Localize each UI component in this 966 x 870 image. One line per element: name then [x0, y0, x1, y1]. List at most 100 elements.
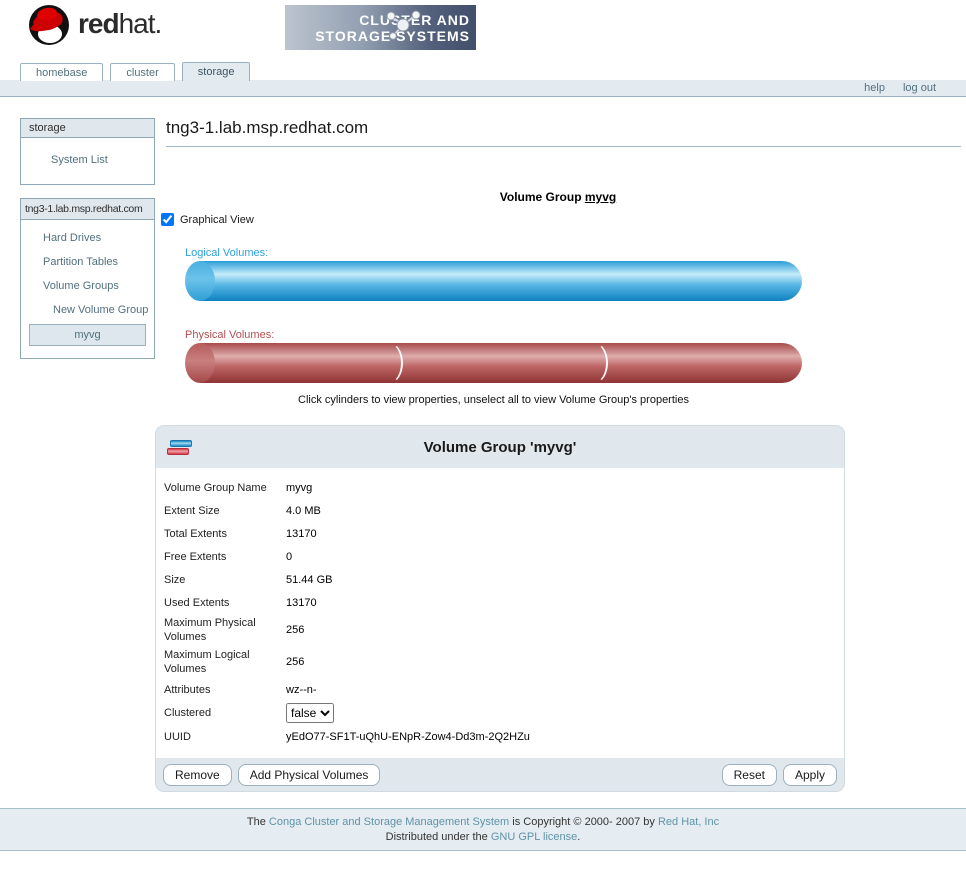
property-value: 51.44 GB	[286, 572, 844, 588]
footer-line-1: The Conga Cluster and Storage Management…	[0, 816, 966, 828]
property-value: false	[286, 701, 844, 725]
graphical-view-label: Graphical View	[180, 214, 254, 226]
footer-text: The	[247, 816, 269, 828]
footer-line-2: Distributed under the GNU GPL license.	[0, 831, 966, 843]
sidebar-item-partition-tables[interactable]: Partition Tables	[21, 250, 154, 274]
session-links: help log out	[864, 80, 936, 96]
reset-button[interactable]: Reset	[722, 764, 777, 786]
property-value: myvg	[286, 480, 844, 496]
panel-title: Volume Group 'myvg'	[201, 439, 799, 456]
panel-buttons-right: Reset Apply	[722, 764, 837, 786]
logout-link[interactable]: log out	[903, 82, 936, 94]
graphical-view-row: Graphical View	[161, 213, 961, 226]
sidebar-item-volume-groups[interactable]: Volume Groups	[21, 274, 154, 298]
sidebar-item-new-volume-group[interactable]: New Volume Group	[21, 298, 154, 322]
property-row-uuid: UUIDyEdO77-SF1T-uQhU-ENpR-Zow4-Dd3m-2Q2H…	[156, 725, 844, 748]
system-nav-title: tng3-1.lab.msp.redhat.com	[21, 199, 154, 220]
sidebar-item-system-list[interactable]: System List	[21, 144, 154, 174]
system-nav-list: Hard DrivesPartition TablesVolume Groups…	[21, 220, 154, 358]
tab-storage[interactable]: storage	[182, 62, 251, 81]
property-label: Size	[164, 571, 286, 589]
panel-header: Volume Group 'myvg'	[156, 426, 844, 468]
property-row-extent-size: Extent Size4.0 MB	[156, 499, 844, 522]
volume-group-icon	[167, 439, 201, 456]
clustered-select[interactable]: false	[286, 703, 334, 723]
panel-buttons-left: Remove Add Physical Volumes	[163, 764, 380, 786]
property-row-size: Size51.44 GB	[156, 568, 844, 591]
property-label: Volume Group Name	[164, 479, 286, 497]
tab-homebase[interactable]: homebase	[20, 63, 103, 81]
property-value: wz--n-	[286, 682, 844, 698]
mini-physical-cylinder-icon	[167, 448, 189, 455]
property-row-attributes: Attributeswz--n-	[156, 678, 844, 701]
conga-link[interactable]: Conga Cluster and Storage Management Sys…	[269, 816, 509, 828]
property-row-maximum-physical-volumes: Maximum Physical Volumes256	[156, 614, 844, 646]
remove-button[interactable]: Remove	[163, 764, 232, 786]
apply-button[interactable]: Apply	[783, 764, 837, 786]
page-title: tng3-1.lab.msp.redhat.com	[166, 118, 961, 147]
footer-text: is Copyright © 2000- 2007 by	[509, 816, 658, 828]
sidebar-item-hard-drives[interactable]: Hard Drives	[21, 226, 154, 250]
property-value: yEdO77-SF1T-uQhU-ENpR-Zow4-Dd3m-2Q2HZu	[286, 729, 844, 745]
cylinder-caption: Click cylinders to view properties, unse…	[170, 394, 817, 406]
property-label: Attributes	[164, 681, 286, 699]
property-label: Clustered	[164, 704, 286, 722]
gpl-link[interactable]: GNU GPL license	[491, 831, 577, 843]
cluster-storage-banner: CLUSTER AND STORAGE SYSTEMS	[285, 5, 476, 50]
volume-group-heading: Volume Group myvg	[155, 190, 961, 204]
molecule-icon	[383, 8, 423, 42]
tab-bar: homebase cluster storage	[20, 62, 250, 81]
logical-cylinder-cap	[185, 261, 215, 301]
tab-band	[0, 80, 966, 97]
storage-nav-title: storage	[21, 119, 154, 138]
property-row-clustered: Clusteredfalse	[156, 701, 844, 725]
footer-text: .	[577, 831, 580, 843]
sidebar: storage System List tng3-1.lab.msp.redha…	[20, 118, 155, 372]
mini-logical-cylinder-icon	[170, 440, 192, 447]
storage-nav-box: storage System List	[20, 118, 155, 185]
volume-group-heading-name[interactable]: myvg	[585, 190, 616, 204]
property-label: Maximum Logical Volumes	[164, 646, 286, 678]
property-row-used-extents: Used Extents13170	[156, 591, 844, 614]
property-label: Maximum Physical Volumes	[164, 614, 286, 646]
page-header: redhat. CLUSTER AND STORAGE SYSTEMS	[0, 0, 966, 62]
physical-volume-segment-3[interactable]	[596, 343, 802, 383]
physical-volumes-cylinder[interactable]	[185, 343, 802, 383]
redhat-wordmark: redhat.	[78, 8, 161, 40]
redhat-link[interactable]: Red Hat, Inc	[658, 816, 719, 828]
logical-volumes-label: Logical Volumes:	[185, 247, 802, 259]
property-label: UUID	[164, 728, 286, 746]
property-value: 13170	[286, 595, 844, 611]
redhat-logo: redhat.	[26, 1, 161, 47]
property-label: Free Extents	[164, 548, 286, 566]
property-row-free-extents: Free Extents0	[156, 545, 844, 568]
main-content: tng3-1.lab.msp.redhat.com Volume Group m…	[155, 118, 961, 792]
property-label: Extent Size	[164, 502, 286, 520]
physical-volumes-label: Physical Volumes:	[185, 329, 802, 341]
logical-cylinder-body[interactable]	[200, 261, 802, 301]
page-footer: The Conga Cluster and Storage Management…	[0, 808, 966, 851]
property-row-volume-group-name: Volume Group Namemyvg	[156, 476, 844, 499]
property-label: Used Extents	[164, 594, 286, 612]
property-row-maximum-logical-volumes: Maximum Logical Volumes256	[156, 646, 844, 678]
add-physical-volumes-button[interactable]: Add Physical Volumes	[238, 764, 381, 786]
graphical-view-checkbox[interactable]	[161, 213, 174, 226]
physical-volume-segment-2[interactable]	[391, 343, 597, 383]
sidebar-item-myvg[interactable]: myvg	[29, 324, 146, 346]
property-value: 256	[286, 622, 844, 638]
graphical-view-area: Logical Volumes: Physical Volumes:	[185, 247, 802, 383]
help-link[interactable]: help	[864, 82, 885, 94]
tab-cluster[interactable]: cluster	[110, 63, 174, 81]
property-value: 4.0 MB	[286, 503, 844, 519]
panel-footer: Remove Add Physical Volumes Reset Apply	[156, 758, 844, 791]
system-nav-box: tng3-1.lab.msp.redhat.com Hard DrivesPar…	[20, 198, 155, 359]
volume-group-panel: Volume Group 'myvg' Volume Group Namemyv…	[155, 425, 845, 792]
property-value: 13170	[286, 526, 844, 542]
redhat-shadowman-icon	[26, 1, 72, 47]
volume-group-heading-prefix: Volume Group	[500, 190, 585, 204]
property-value: 256	[286, 654, 844, 670]
properties-table: Volume Group NamemyvgExtent Size4.0 MBTo…	[156, 468, 844, 758]
logical-volumes-cylinder[interactable]	[185, 261, 802, 301]
physical-volume-segment-1[interactable]	[185, 343, 391, 383]
property-value: 0	[286, 549, 844, 565]
